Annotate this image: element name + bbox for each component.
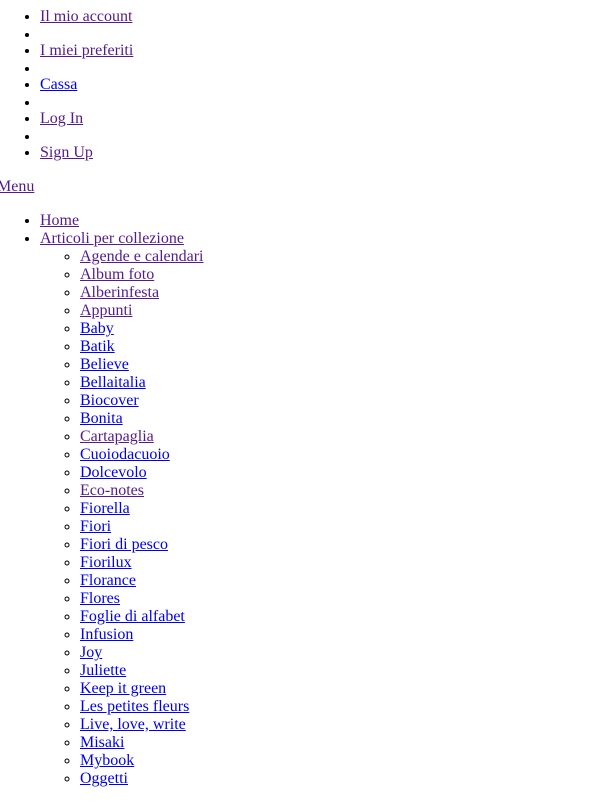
utility-nav-link[interactable]: Sign Up — [40, 144, 93, 161]
collection-link[interactable]: Live, love, write — [80, 716, 186, 733]
collection-item: Les petites fleurs — [80, 698, 606, 716]
main-nav-list: HomeArticoli per collezioneAgende e cale… — [0, 212, 606, 788]
collection-link[interactable]: Biocover — [80, 392, 139, 409]
collection-item: Fiorella — [80, 500, 606, 518]
collection-link[interactable]: Oggetti — [80, 770, 128, 787]
collection-link[interactable]: Juliette — [80, 662, 126, 679]
utility-nav-item: Sign Up — [40, 144, 606, 162]
menu-toggle-block: Menu — [0, 178, 606, 196]
collection-item: Album foto — [80, 266, 606, 284]
collection-item: Juliette — [80, 662, 606, 680]
collection-link[interactable]: Fiorilux — [80, 554, 132, 571]
collection-link[interactable]: Album foto — [80, 266, 154, 283]
collection-item: Misaki — [80, 734, 606, 752]
collection-link[interactable]: Misaki — [80, 734, 124, 751]
collection-item: Flores — [80, 590, 606, 608]
collection-link[interactable]: Bellaitalia — [80, 374, 146, 391]
collection-link[interactable]: Joy — [80, 644, 102, 661]
collection-link[interactable]: Florance — [80, 572, 136, 589]
collection-link[interactable]: Bonita — [80, 410, 123, 427]
collection-item: Agende e calendari — [80, 248, 606, 266]
collection-link[interactable]: Keep it green — [80, 680, 166, 697]
collection-link[interactable]: Foglie di alfabet — [80, 608, 185, 625]
collection-item: Believe — [80, 356, 606, 374]
collection-link[interactable]: Mybook — [80, 752, 134, 769]
collection-link[interactable]: Eco-notes — [80, 482, 144, 499]
utility-nav-item: Log In — [40, 110, 606, 128]
utility-nav-link[interactable]: Log In — [40, 110, 83, 127]
utility-nav-item: I miei preferiti — [40, 42, 606, 60]
collection-link[interactable]: Agende e calendari — [80, 248, 203, 265]
main-nav-link[interactable]: Home — [40, 212, 79, 229]
utility-nav-list: Il mio account I miei preferiti Cassa Log I… — [0, 8, 606, 162]
utility-nav-spacer-item — [40, 128, 606, 144]
menu-toggle-link[interactable]: Menu — [0, 178, 34, 195]
collection-link[interactable]: Believe — [80, 356, 129, 373]
main-nav-item: Articoli per collezioneAgende e calendar… — [40, 230, 606, 788]
utility-nav-link[interactable]: Cassa — [40, 76, 77, 93]
collection-item: Batik — [80, 338, 606, 356]
collection-item: Foglie di alfabet — [80, 608, 606, 626]
collection-link[interactable]: Baby — [80, 320, 114, 337]
collection-item: Fiorilux — [80, 554, 606, 572]
utility-nav-link[interactable]: Il mio account — [40, 8, 132, 25]
utility-nav-spacer-item — [40, 26, 606, 42]
collection-link[interactable]: Appunti — [80, 302, 132, 319]
collection-item: Fiori — [80, 518, 606, 536]
collection-item: Oggetti — [80, 770, 606, 788]
collection-item: Fiori di pesco — [80, 536, 606, 554]
collection-item: Keep it green — [80, 680, 606, 698]
collection-item: Infusion — [80, 626, 606, 644]
collection-link[interactable]: Fiori di pesco — [80, 536, 168, 553]
collection-item: Cuoiodacuoio — [80, 446, 606, 464]
collection-item: Dolcevolo — [80, 464, 606, 482]
collection-item: Mybook — [80, 752, 606, 770]
collection-link[interactable]: Dolcevolo — [80, 464, 147, 481]
collection-item: Baby — [80, 320, 606, 338]
collection-item: Live, love, write — [80, 716, 606, 734]
collections-sublist: Agende e calendariAlbum fotoAlberinfesta… — [40, 248, 606, 788]
collection-link[interactable]: Fiori — [80, 518, 111, 535]
collection-link[interactable]: Les petites fleurs — [80, 698, 189, 715]
collection-item: Bonita — [80, 410, 606, 428]
collection-item: Alberinfesta — [80, 284, 606, 302]
collection-item: Cartapaglia — [80, 428, 606, 446]
utility-nav-link[interactable]: I miei preferiti — [40, 42, 133, 59]
collection-link[interactable]: Batik — [80, 338, 115, 355]
utility-nav-spacer-item — [40, 94, 606, 110]
collection-link[interactable]: Fiorella — [80, 500, 130, 517]
collection-link[interactable]: Alberinfesta — [80, 284, 159, 301]
main-nav-item: Home — [40, 212, 606, 230]
utility-nav-spacer-item — [40, 60, 606, 76]
collection-link[interactable]: Cartapaglia — [80, 428, 154, 445]
utility-nav-item: Cassa — [40, 76, 606, 94]
collection-item: Bellaitalia — [80, 374, 606, 392]
main-nav-link[interactable]: Articoli per collezione — [40, 230, 184, 247]
collection-link[interactable]: Cuoiodacuoio — [80, 446, 170, 463]
collection-item: Appunti — [80, 302, 606, 320]
collection-link[interactable]: Flores — [80, 590, 120, 607]
collection-item: Biocover — [80, 392, 606, 410]
utility-nav-item: Il mio account — [40, 8, 606, 26]
collection-item: Joy — [80, 644, 606, 662]
collection-link[interactable]: Infusion — [80, 626, 133, 643]
collection-item: Eco-notes — [80, 482, 606, 500]
collection-item: Florance — [80, 572, 606, 590]
